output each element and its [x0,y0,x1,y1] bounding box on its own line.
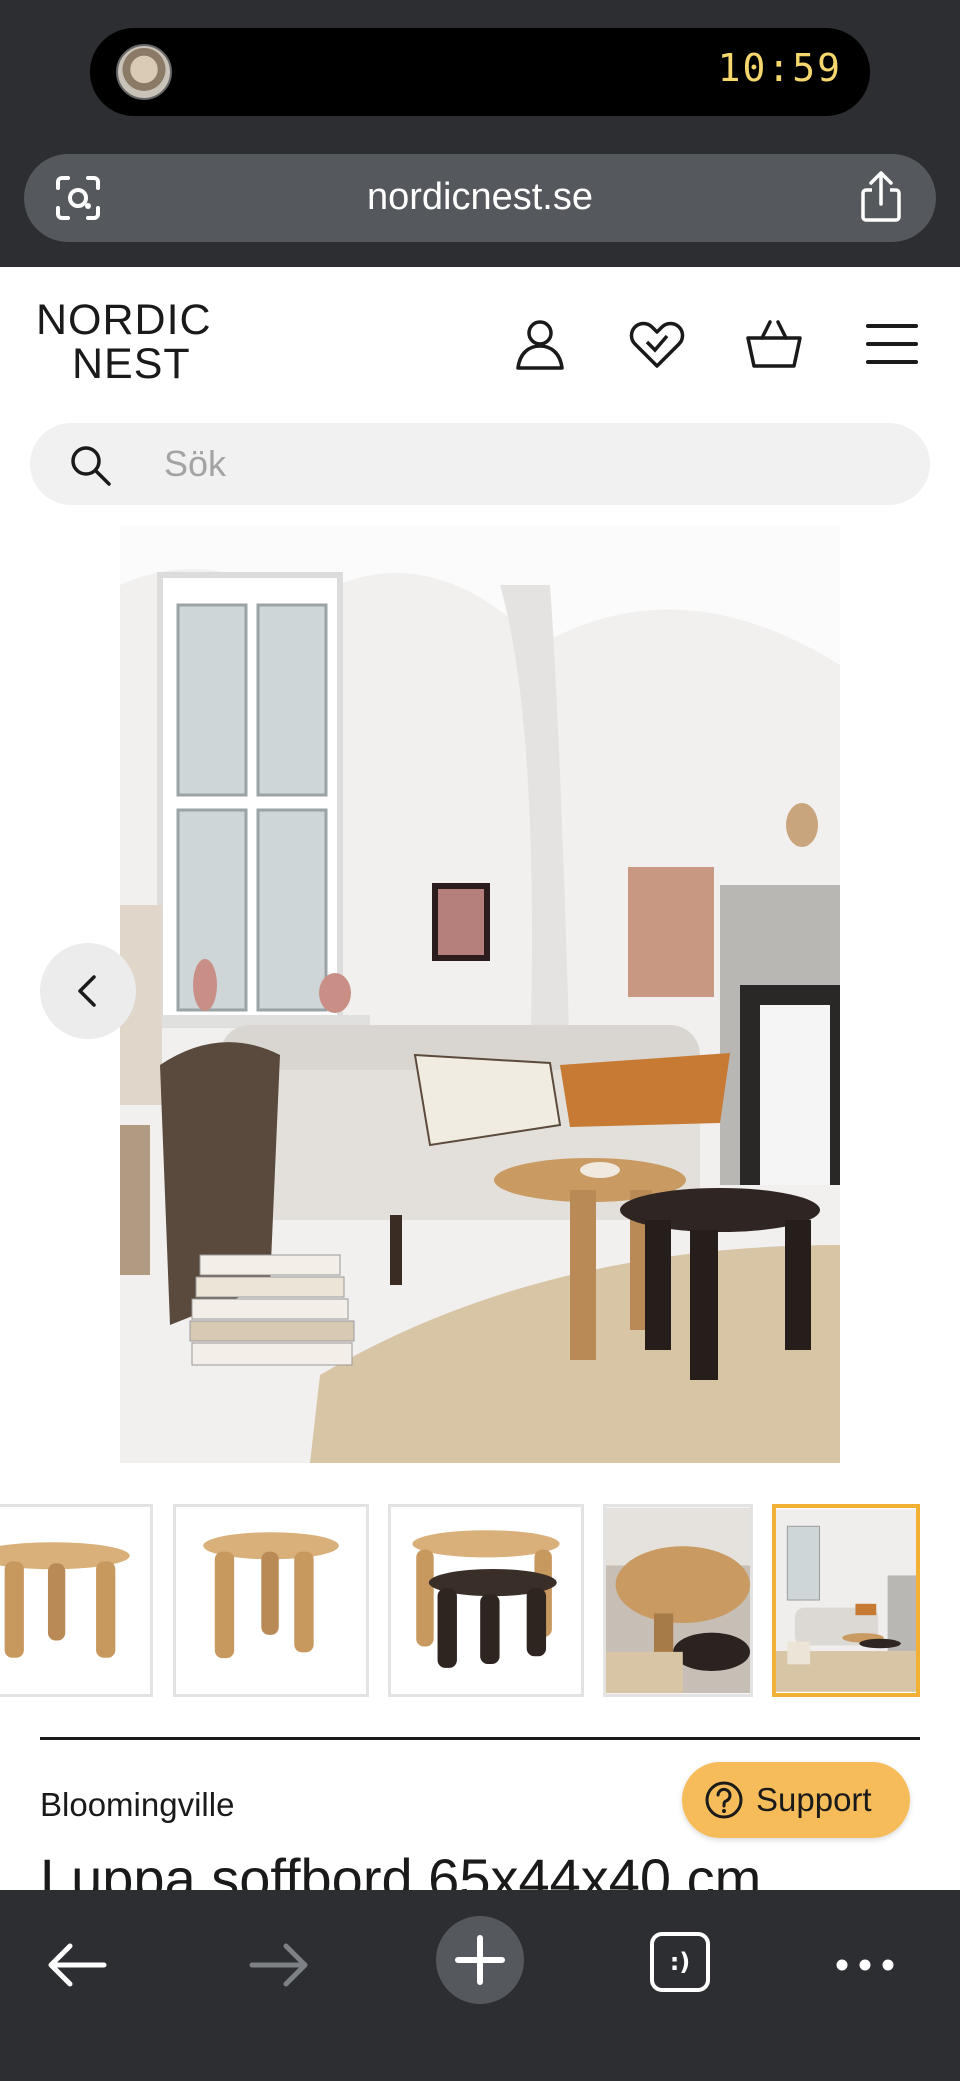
basket-icon[interactable] [744,314,804,374]
logo-line-2: NEST [72,340,191,388]
gallery-thumbnail-1[interactable] [0,1504,153,1697]
now-playing-artwork[interactable] [116,44,172,100]
support-label: Support [756,1781,872,1818]
more-options-button[interactable] [830,1930,900,2000]
support-button[interactable]: Support [682,1762,910,1838]
product-title: Luppa soffbord 65x44x40 cm [40,1847,762,1890]
browser-bottom-toolbar: :) [0,1890,960,2081]
gallery-thumbnail-5[interactable] [772,1504,920,1697]
back-button[interactable] [42,1930,112,2000]
share-icon[interactable] [856,170,906,224]
gallery-thumbnail-3[interactable] [388,1504,584,1697]
gallery-thumbnail-2[interactable] [173,1504,369,1697]
new-tab-button[interactable] [436,1916,524,2004]
tabs-switcher-button[interactable]: :) [650,1932,710,1992]
account-icon[interactable] [510,314,570,374]
chevron-left-icon [78,975,96,1007]
logo-line-1: NORDIC [36,296,212,344]
search-bar[interactable] [30,423,930,505]
search-icon [71,446,111,486]
forward-button[interactable] [244,1930,314,2000]
help-circle-icon [705,1781,743,1819]
arrow-right-icon [249,1943,308,1987]
nordic-nest-logo[interactable]: NORDIC NEST [36,298,236,386]
status-clock: 10:59 [717,46,842,90]
plus-icon [455,1935,505,1985]
wishlist-heart-icon[interactable] [627,314,687,374]
product-main-image[interactable] [120,525,840,1463]
address-bar[interactable]: nordicnest.se [24,154,936,242]
product-brand[interactable]: Bloomingville [40,1786,234,1824]
arrow-left-icon [48,1943,107,1987]
url-text: nordicnest.se [366,176,593,218]
search-input[interactable] [164,423,864,505]
more-dots-icon [836,1959,894,1971]
section-divider [40,1737,920,1740]
tabs-glyph: :) [669,1948,691,1976]
browser-top-bar: 10:59 nordicnest.se [0,0,960,267]
menu-hamburger-icon[interactable] [862,314,922,374]
dynamic-island: 10:59 [90,28,870,116]
gallery-prev-button[interactable] [40,943,136,1039]
gallery-thumbnail-4[interactable] [603,1504,753,1697]
